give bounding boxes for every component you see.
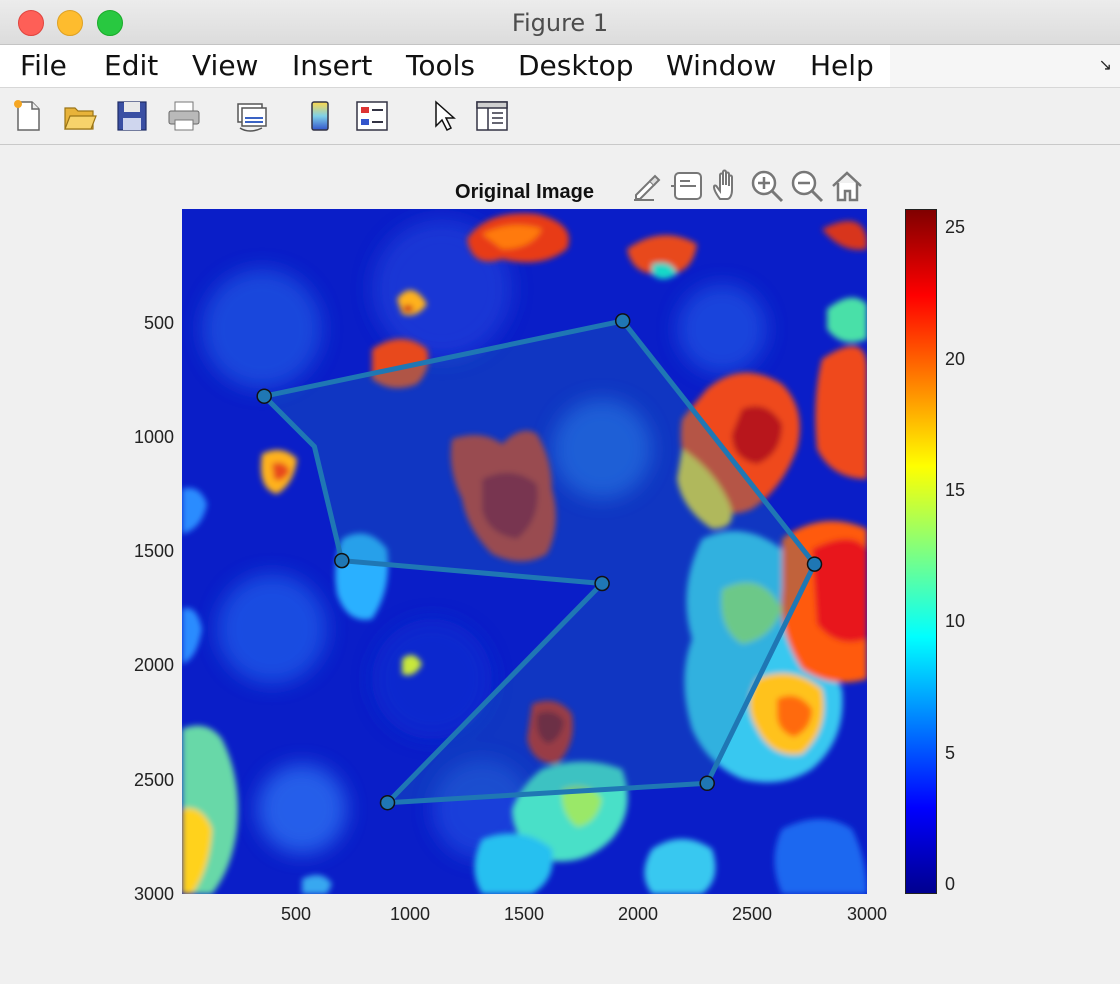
colorbar-tick-label: 5	[945, 743, 956, 763]
roi-vertex-handle[interactable]	[614, 313, 631, 329]
brush-icon[interactable]	[628, 167, 666, 205]
home-icon[interactable]	[828, 167, 866, 205]
window-title: Figure 1	[511, 9, 609, 37]
y-tick-label: 1500	[133, 541, 174, 561]
colorbar-tick-label: 25	[945, 217, 966, 237]
menu-tools[interactable]: Tools	[406, 49, 475, 82]
zoom-out-icon[interactable]	[788, 167, 826, 205]
open-file-icon[interactable]	[62, 98, 98, 134]
menu-edit[interactable]: Edit	[104, 49, 158, 82]
y-tick-label: 500	[143, 313, 174, 333]
x-tick-label: 500	[280, 904, 312, 924]
colorbar-tick-label: 10	[945, 611, 966, 631]
dock-figure-icon[interactable]: ↘	[1099, 55, 1112, 75]
colorbar[interactable]	[905, 209, 937, 894]
image-plot[interactable]	[182, 209, 867, 894]
new-figure-icon[interactable]	[10, 98, 46, 134]
property-inspector-icon[interactable]	[474, 98, 510, 134]
y-tick-label: 2000	[133, 655, 174, 675]
x-tick-label: 1500	[503, 904, 545, 924]
pan-icon[interactable]	[708, 167, 746, 205]
menu-view[interactable]: View	[192, 49, 258, 82]
window-titlebar: Figure 1	[0, 0, 1120, 45]
colorbar-tick-label: 20	[945, 349, 966, 369]
roi-vertex-handle[interactable]	[806, 556, 823, 572]
legend-icon[interactable]	[354, 98, 390, 134]
y-tick-label: 3000	[133, 884, 174, 904]
menu-file[interactable]: File	[20, 49, 67, 82]
roi-vertex-handle[interactable]	[699, 775, 715, 792]
x-tick-label: 1000	[389, 904, 431, 924]
figure-toolbar	[0, 88, 1120, 145]
x-tick-label: 3000	[846, 904, 888, 924]
axes-toolbar	[628, 167, 868, 207]
menu-window[interactable]: Window	[666, 49, 776, 82]
roi-vertex-handle[interactable]	[379, 794, 396, 811]
roi-vertex-handle[interactable]	[594, 575, 610, 592]
save-icon[interactable]	[114, 98, 150, 134]
data-tips-icon[interactable]	[668, 167, 706, 205]
colorbar-tick-label: 15	[945, 480, 966, 500]
y-tick-label: 1000	[133, 427, 174, 447]
y-tick-label: 2500	[133, 770, 174, 790]
colorbar-tick-label: 0	[945, 874, 956, 894]
menu-desktop[interactable]: Desktop	[518, 49, 633, 82]
image-plot-svg	[182, 209, 867, 894]
x-tick-label: 2000	[617, 904, 659, 924]
menu-bar: File Edit View Insert Tools Desktop Wind…	[0, 45, 1120, 88]
print-icon[interactable]	[166, 98, 202, 134]
colorbar-gradient	[906, 210, 936, 893]
roi-vertex-handle[interactable]	[256, 388, 272, 404]
menu-help[interactable]: Help	[810, 49, 874, 82]
x-tick-label: 2500	[731, 904, 773, 924]
link-plot-icon[interactable]	[234, 98, 270, 134]
menu-insert[interactable]: Insert	[292, 49, 372, 82]
menu-area: File Edit View Insert Tools Desktop Wind…	[0, 45, 890, 87]
roi-vertex-handle[interactable]	[334, 552, 350, 569]
zoom-in-icon[interactable]	[748, 167, 786, 205]
pointer-icon[interactable]	[424, 98, 460, 134]
colorbar-icon[interactable]	[302, 98, 338, 134]
